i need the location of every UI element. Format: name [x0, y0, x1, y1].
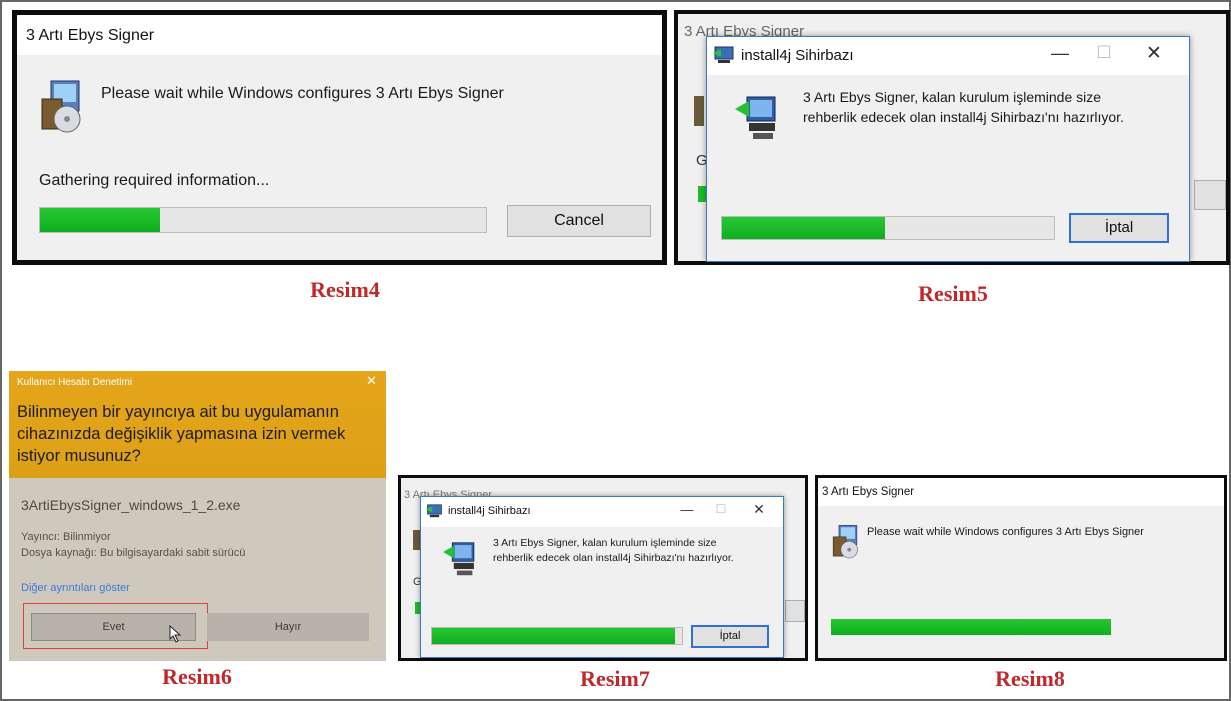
close-icon[interactable]: ✕ — [366, 373, 377, 389]
caption-resim5: Resim5 — [918, 281, 988, 306]
background-button-fragment — [1194, 180, 1226, 210]
install4j-progress-fill — [432, 628, 675, 644]
minimize-button[interactable]: — — [675, 502, 699, 517]
resim6-uac-dialog: Kullanıcı Hesabı Denetimi ✕ Bilinmeyen b… — [9, 371, 386, 661]
install4j-progress-bar — [431, 627, 683, 645]
install4j-message-line2: rehberlik edecek olan install4j Sihirbaz… — [803, 109, 1124, 125]
background-icon-fragment — [694, 96, 704, 126]
cancel-button[interactable]: İptal — [1069, 213, 1169, 243]
uac-header: Kullanıcı Hesabı Denetimi ✕ Bilinmeyen b… — [9, 371, 386, 478]
install4j-message-line2: rehberlik edecek olan install4j Sihirbaz… — [493, 552, 734, 564]
install4j-wizard-icon — [443, 541, 477, 577]
uac-publisher: Yayıncı: Bilinmiyor — [21, 531, 111, 543]
install-progress-fill — [831, 619, 1111, 635]
cancel-button[interactable]: İptal — [691, 625, 769, 648]
install4j-wizard-icon — [735, 95, 779, 141]
uac-header-title: Kullanıcı Hesabı Denetimi — [17, 377, 133, 388]
uac-source: Dosya kaynağı: Bu bilgisayardaki sabit s… — [21, 547, 246, 559]
caption-resim8: Resim8 — [995, 666, 1065, 691]
install-progress-bar — [39, 207, 487, 233]
caption-resim4: Resim4 — [310, 277, 380, 302]
close-button[interactable]: ✕ — [747, 501, 771, 518]
no-button[interactable]: Hayır — [207, 613, 369, 641]
cancel-button[interactable]: Cancel — [507, 205, 651, 237]
caption-resim7: Resim7 — [580, 666, 650, 691]
install4j-progress-bar — [721, 216, 1055, 240]
install4j-progress-fill — [722, 217, 885, 239]
installer-status: Gathering required information... — [39, 172, 270, 189]
install4j-app-icon — [713, 45, 735, 65]
maximize-button[interactable]: ☐ — [1089, 43, 1119, 63]
close-button[interactable]: ✕ — [1139, 42, 1169, 65]
minimize-button[interactable]: — — [1045, 43, 1075, 64]
resim4-screenshot: 3 Artı Ebys Signer Please wait while Win… — [12, 10, 667, 265]
resim7-screenshot: 3 Artı Ebys Signer G install4j Sihirbazı… — [398, 475, 808, 661]
caption-resim6: Resim6 — [162, 664, 232, 689]
installer-window-title: 3 Artı Ebys Signer — [822, 486, 915, 498]
resim8-screenshot: 3 Artı Ebys Signer Please wait while Win… — [815, 475, 1227, 661]
background-icon-fragment — [413, 530, 420, 550]
installer-package-icon — [830, 522, 862, 562]
installer-message: Please wait while Windows configures 3 A… — [101, 85, 504, 102]
install-progress-fill — [40, 208, 161, 232]
install4j-window-title: install4j Sihirbazı — [448, 505, 531, 517]
install4j-app-icon — [426, 503, 443, 519]
maximize-button[interactable]: ☐ — [709, 502, 733, 516]
resim5-screenshot: 3 Artı Ebys Signer G install4j Sihirbazı… — [674, 10, 1230, 265]
install4j-message-line1: 3 Artı Ebys Signer, kalan kurulum işlemi… — [493, 537, 717, 549]
uac-details-link[interactable]: Diğer ayrıntıları göster — [21, 582, 130, 594]
install4j-dialog: install4j Sihirbazı — ☐ ✕ 3 Artı Ebys Si… — [420, 496, 784, 658]
installer-message: Please wait while Windows configures 3 A… — [867, 526, 1144, 538]
install4j-window-title: install4j Sihirbazı — [741, 47, 854, 64]
install4j-dialog: install4j Sihirbazı — ☐ ✕ 3 Artı Ebys Si… — [706, 36, 1190, 262]
install-progress-bar — [830, 618, 1112, 636]
uac-filename: 3ArtiEbysSigner_windows_1_2.exe — [21, 497, 241, 513]
mouse-cursor-icon — [169, 624, 183, 643]
background-button-fragment — [785, 600, 805, 622]
uac-question: Bilinmeyen bir yayıncıya ait bu uygulama… — [17, 403, 346, 465]
installer-window-title: 3 Artı Ebys Signer — [26, 27, 155, 44]
install4j-message-line1: 3 Artı Ebys Signer, kalan kurulum işlemi… — [803, 89, 1102, 105]
installer-package-icon — [37, 77, 87, 137]
